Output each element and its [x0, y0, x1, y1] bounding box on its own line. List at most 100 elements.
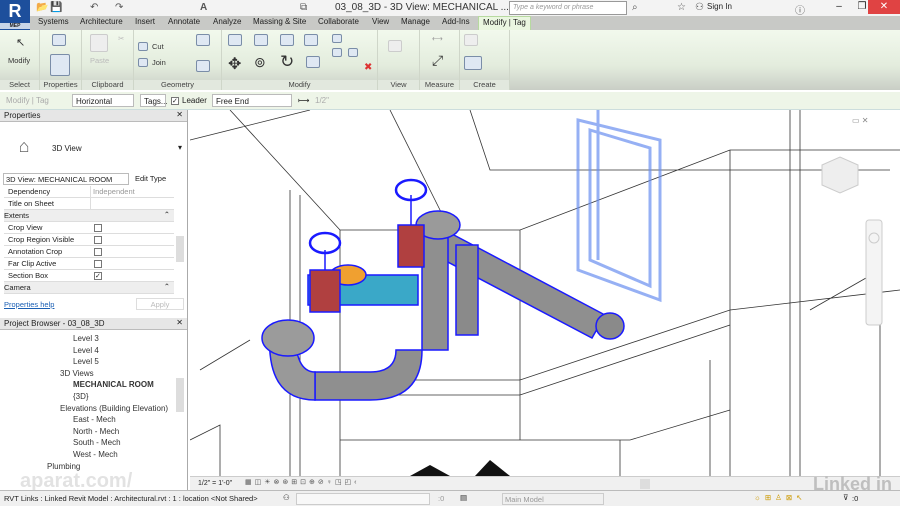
paint-icon[interactable] [196, 60, 210, 72]
close-icon[interactable]: ✕ [176, 110, 183, 119]
tab-collaborate[interactable]: Collaborate [318, 17, 359, 26]
properties-scrollbar[interactable] [176, 236, 184, 262]
create-group-icon[interactable] [464, 56, 482, 70]
worksets-icon[interactable]: ⚇ [283, 493, 290, 502]
property-group[interactable]: Extents ⌃ [4, 210, 174, 222]
create-similar-icon[interactable] [464, 34, 478, 46]
orientation-select[interactable]: Horizontal [72, 94, 134, 107]
search-input[interactable]: Type a keyword or phrase [509, 1, 627, 15]
align-icon[interactable] [228, 34, 242, 46]
copy-icon[interactable]: ⊚ [254, 54, 266, 71]
property-checkbox[interactable] [94, 236, 102, 244]
view-control-icons[interactable]: ▦◫☀⊗⊛⊞⊡⊕⊘♀◳◰‹ [245, 478, 360, 486]
dimension-icon[interactable]: ⤢ [432, 52, 443, 69]
trim-icon[interactable] [306, 56, 320, 68]
selection-option-icons[interactable]: ☼⊞♙⊠↖ [754, 493, 806, 502]
tab-view[interactable]: View [372, 17, 389, 26]
browser-item[interactable]: North - Mech [73, 427, 119, 436]
browser-item[interactable]: MECHANICAL ROOM [73, 380, 154, 389]
collapse-icon[interactable]: ⌃ [164, 282, 170, 291]
tab-annotate[interactable]: Annotate [168, 17, 200, 26]
browser-item[interactable]: South - Mech [73, 438, 121, 447]
browser-item[interactable]: Level 5 [73, 357, 99, 366]
browser-item[interactable]: Elevations (Building Elevation) [60, 404, 168, 413]
design-option-select[interactable]: Main Model [502, 493, 604, 505]
save-icon[interactable]: 💾 [50, 2, 62, 13]
design-options-icon[interactable]: ▤ [460, 493, 467, 502]
scale-icon[interactable] [348, 48, 358, 57]
array-icon[interactable] [332, 48, 342, 57]
paste-icon[interactable] [90, 34, 108, 52]
property-checkbox[interactable]: ✓ [94, 272, 102, 280]
horizontal-scrollbar[interactable] [640, 479, 650, 489]
application-menu-button[interactable]: R MEP [0, 0, 30, 30]
type-dropdown-icon[interactable]: ▾ [178, 143, 182, 152]
3d-viewport[interactable]: ▭ ✕ [190, 110, 900, 476]
leader-length-field[interactable]: 1/2" [315, 96, 329, 105]
leader-checkbox[interactable]: ✓ [171, 97, 179, 105]
property-checkbox[interactable] [94, 260, 102, 268]
modify-button[interactable]: Modify [8, 56, 30, 65]
browser-item[interactable]: East - Mech [73, 415, 116, 424]
redo-icon[interactable]: ↷ [115, 2, 123, 13]
view-scale[interactable]: 1/2" = 1'-0" [198, 480, 232, 487]
tab-modify-tag[interactable]: Modify | Tag [478, 16, 531, 30]
favorites-star-icon[interactable]: ☆ [677, 2, 686, 13]
type-properties-icon[interactable] [52, 34, 66, 46]
browser-item[interactable]: Level 3 [73, 334, 99, 343]
rotate-icon[interactable]: ↻ [280, 52, 294, 72]
undo-icon[interactable]: ↶ [90, 2, 98, 13]
cut-geometry-button[interactable]: Cut [152, 42, 164, 51]
instance-selector[interactable]: 3D View: MECHANICAL ROOM [3, 173, 129, 185]
help-icon[interactable]: ⓘ [795, 2, 805, 17]
tags-button[interactable]: Tags... [140, 94, 168, 107]
view-cube[interactable] [821, 156, 859, 194]
property-group[interactable]: Camera ⌃ [4, 282, 174, 294]
paste-button[interactable]: Paste [90, 56, 109, 65]
tab-insert[interactable]: Insert [135, 17, 155, 26]
browser-item[interactable]: 3D Views [60, 369, 94, 378]
properties-icon[interactable] [50, 54, 70, 76]
tab-systems[interactable]: Systems [38, 17, 69, 26]
browser-item[interactable]: {3D} [73, 392, 89, 401]
sign-in-button[interactable]: Sign In [707, 2, 732, 11]
switch-windows-icon[interactable]: ⧉ [300, 2, 307, 13]
open-icon[interactable]: 📂 [36, 2, 48, 13]
binoculars-icon[interactable]: ⌕ [632, 2, 638, 13]
leader-end-select[interactable]: Free End [212, 94, 292, 107]
property-checkbox[interactable] [94, 248, 102, 256]
tab-architecture[interactable]: Architecture [80, 17, 123, 26]
workset-select[interactable] [296, 493, 430, 505]
edit-type-button[interactable]: Edit Type [135, 174, 166, 183]
collapse-icon[interactable]: ⌃ [164, 210, 170, 219]
type-name[interactable]: 3D View [52, 144, 82, 153]
property-checkbox[interactable] [94, 224, 102, 232]
browser-item[interactable]: West - Mech [73, 450, 118, 459]
tab-massing-site[interactable]: Massing & Site [253, 17, 306, 26]
user-icon[interactable]: ⚇ [695, 2, 704, 13]
join-geometry-button[interactable]: Join [152, 58, 166, 67]
property-value[interactable]: Independent [90, 186, 174, 197]
properties-help-link[interactable]: Properties help [4, 300, 54, 309]
view-restore-icons[interactable]: ▭ ✕ [852, 116, 868, 125]
mirror-draw-icon[interactable] [304, 34, 318, 46]
move-icon[interactable]: ✥ [228, 54, 241, 74]
close-button[interactable]: ✕ [868, 0, 900, 14]
tab-analyze[interactable]: Analyze [213, 17, 241, 26]
delete-icon[interactable]: ✖ [364, 62, 372, 73]
close-icon[interactable]: ✕ [176, 318, 183, 327]
hide-icon[interactable] [388, 40, 402, 52]
apply-button[interactable]: Apply [136, 298, 184, 310]
tab-manage[interactable]: Manage [401, 17, 430, 26]
measure-between-icon[interactable]: ⟷ [432, 34, 443, 43]
cut-clipboard-icon[interactable]: ✂ [118, 34, 124, 43]
mirror-axis-icon[interactable] [280, 34, 294, 46]
browser-item[interactable]: Level 4 [73, 346, 99, 355]
navigation-bar[interactable] [865, 219, 883, 326]
text-icon[interactable]: A [200, 2, 207, 13]
split-icon[interactable] [332, 34, 342, 43]
browser-scrollbar[interactable] [176, 378, 184, 412]
tab-add-ins[interactable]: Add-Ins [442, 17, 470, 26]
offset-icon[interactable] [254, 34, 268, 46]
property-value[interactable] [90, 198, 174, 209]
